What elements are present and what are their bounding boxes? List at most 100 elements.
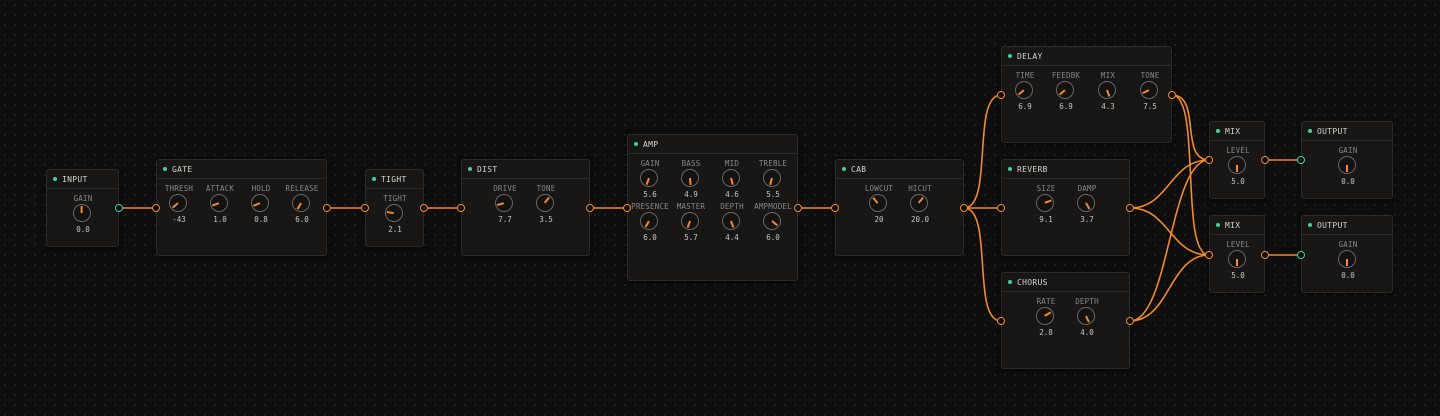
node-header[interactable]: REVERB bbox=[1002, 160, 1129, 179]
knob-level[interactable] bbox=[1228, 250, 1246, 268]
knob-attack[interactable] bbox=[210, 194, 228, 212]
out-port[interactable] bbox=[1261, 251, 1269, 259]
node-delay[interactable]: DELAY TIME 6.9 FEEDBK 6.9 MIX 4.3 TONE 7.5 bbox=[1001, 46, 1172, 143]
knob-presence[interactable] bbox=[640, 212, 658, 230]
node-cab[interactable]: CAB LOWCUT 20 HICUT 20.0 bbox=[835, 159, 964, 256]
knob-feedbk[interactable] bbox=[1056, 81, 1074, 99]
wire-reverb-mix1[interactable] bbox=[1129, 159, 1210, 209]
in-port[interactable] bbox=[997, 204, 1005, 212]
wire-reverb-mix2[interactable] bbox=[1129, 207, 1210, 256]
in-port[interactable] bbox=[623, 204, 631, 212]
node-chorus[interactable]: CHORUS RATE 2.8 DEPTH 4.0 bbox=[1001, 272, 1130, 369]
in-port[interactable] bbox=[152, 204, 160, 212]
status-dot-icon bbox=[1008, 167, 1012, 171]
knob-hold[interactable] bbox=[251, 194, 269, 212]
node-out2[interactable]: OUTPUT GAIN 0.0 bbox=[1301, 215, 1393, 293]
in-port[interactable] bbox=[1297, 251, 1305, 259]
knob-time[interactable] bbox=[1015, 81, 1033, 99]
knob-mid[interactable] bbox=[722, 169, 740, 187]
knob-bass[interactable] bbox=[681, 169, 699, 187]
out-port[interactable] bbox=[323, 204, 331, 212]
knob-hicut[interactable] bbox=[910, 194, 928, 212]
node-header[interactable]: CHORUS bbox=[1002, 273, 1129, 292]
status-dot-icon bbox=[1308, 129, 1312, 133]
node-title: GATE bbox=[172, 164, 193, 174]
node-header[interactable]: GATE bbox=[157, 160, 326, 179]
knob-depth[interactable] bbox=[722, 212, 740, 230]
node-header[interactable]: AMP bbox=[628, 135, 797, 154]
knob-master[interactable] bbox=[681, 212, 699, 230]
wire-cab-chorus[interactable] bbox=[963, 207, 1002, 322]
node-header[interactable]: TIGHT bbox=[366, 170, 423, 189]
out-port[interactable] bbox=[1126, 317, 1134, 325]
out-port[interactable] bbox=[1261, 156, 1269, 164]
node-mix1[interactable]: MIX LEVEL 5.0 bbox=[1209, 121, 1265, 199]
out-port[interactable] bbox=[1168, 91, 1176, 99]
wire-cab-delay[interactable] bbox=[963, 94, 1002, 209]
node-header[interactable]: OUTPUT bbox=[1302, 122, 1392, 141]
node-input[interactable]: INPUT GAIN 0.0 bbox=[46, 169, 119, 247]
node-tight[interactable]: TIGHT TIGHT 2.1 bbox=[365, 169, 424, 247]
param-value: 2.1 bbox=[388, 225, 402, 234]
knob-lowcut[interactable] bbox=[869, 194, 887, 212]
wire-delay-mix2[interactable] bbox=[1171, 94, 1210, 256]
out-port[interactable] bbox=[115, 204, 123, 212]
knob-size[interactable] bbox=[1036, 194, 1054, 212]
knob-tone[interactable] bbox=[1140, 81, 1158, 99]
node-gate[interactable]: GATE THRESH -43 ATTACK 1.0 HOLD 0.8 RELEASE 6.0 bbox=[156, 159, 327, 256]
out-port[interactable] bbox=[420, 204, 428, 212]
node-dist[interactable]: DIST DRIVE 7.7 TONE 3.5 bbox=[461, 159, 590, 256]
wire-chorus-mix1[interactable] bbox=[1129, 159, 1210, 322]
param-value: 6.0 bbox=[766, 233, 780, 242]
in-port[interactable] bbox=[997, 317, 1005, 325]
in-port[interactable] bbox=[457, 204, 465, 212]
knob-depth[interactable] bbox=[1077, 307, 1095, 325]
knob-tight[interactable] bbox=[385, 204, 403, 222]
in-port[interactable] bbox=[1297, 156, 1305, 164]
param-value: 1.0 bbox=[213, 215, 227, 224]
knob-ampmodel[interactable] bbox=[763, 212, 781, 230]
in-port[interactable] bbox=[997, 91, 1005, 99]
knob-release[interactable] bbox=[292, 194, 310, 212]
param-label: GAIN bbox=[1338, 146, 1358, 155]
knob-indicator-icon bbox=[730, 220, 735, 228]
node-reverb[interactable]: REVERB SIZE 9.1 DAMP 3.7 bbox=[1001, 159, 1130, 256]
knob-treble[interactable] bbox=[763, 169, 781, 187]
knob-rate[interactable] bbox=[1036, 307, 1054, 325]
node-mix2[interactable]: MIX LEVEL 5.0 bbox=[1209, 215, 1265, 293]
out-port[interactable] bbox=[1126, 204, 1134, 212]
knob-tone[interactable] bbox=[536, 194, 554, 212]
knob-indicator-icon bbox=[1018, 89, 1025, 96]
node-title: OUTPUT bbox=[1317, 220, 1348, 230]
knob-level[interactable] bbox=[1228, 156, 1246, 174]
knob-gain[interactable] bbox=[1338, 250, 1356, 268]
in-port[interactable] bbox=[361, 204, 369, 212]
knob-gain[interactable] bbox=[1338, 156, 1356, 174]
knob-gain[interactable] bbox=[73, 204, 91, 222]
knob-damp[interactable] bbox=[1077, 194, 1095, 212]
param-value: 0.0 bbox=[1341, 177, 1355, 186]
node-header[interactable]: MIX bbox=[1210, 216, 1264, 235]
out-port[interactable] bbox=[586, 204, 594, 212]
node-header[interactable]: MIX bbox=[1210, 122, 1264, 141]
knob-mix[interactable] bbox=[1098, 81, 1116, 99]
node-header[interactable]: OUTPUT bbox=[1302, 216, 1392, 235]
knob-drive[interactable] bbox=[495, 194, 513, 212]
node-header[interactable]: DIST bbox=[462, 160, 589, 179]
node-header[interactable]: CAB bbox=[836, 160, 963, 179]
wire-delay-mix1[interactable] bbox=[1171, 94, 1210, 161]
in-port[interactable] bbox=[1205, 156, 1213, 164]
knob-thresh[interactable] bbox=[169, 194, 187, 212]
in-port[interactable] bbox=[831, 204, 839, 212]
node-amp[interactable]: AMP GAIN 5.6 BASS 4.9 MID 4.6 TREBLE 5.5 PRESENCE… bbox=[627, 134, 798, 281]
wire-chorus-mix2[interactable] bbox=[1129, 254, 1210, 322]
param-value: 2.8 bbox=[1039, 328, 1053, 337]
out-port[interactable] bbox=[960, 204, 968, 212]
node-header[interactable]: DELAY bbox=[1002, 47, 1171, 66]
out-port[interactable] bbox=[794, 204, 802, 212]
knob-gain[interactable] bbox=[640, 169, 658, 187]
knob-indicator-icon bbox=[386, 210, 395, 214]
node-header[interactable]: INPUT bbox=[47, 170, 118, 189]
node-out1[interactable]: OUTPUT GAIN 0.0 bbox=[1301, 121, 1393, 199]
in-port[interactable] bbox=[1205, 251, 1213, 259]
